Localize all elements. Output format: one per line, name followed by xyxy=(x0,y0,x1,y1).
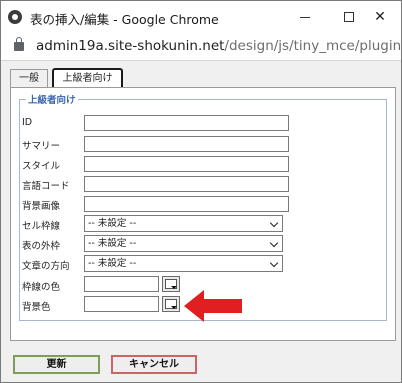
address-bar[interactable]: admin19a.site-shokunin.net/design/js/tin… xyxy=(1,33,402,61)
chevron-down-icon xyxy=(269,258,279,268)
lock-icon xyxy=(14,37,24,51)
browser-window: 表の挿入/編集 - Google Chrome ✕ admin19a.site-… xyxy=(0,0,402,383)
color-picker-icon[interactable] xyxy=(162,276,180,292)
cancel-button[interactable]: キャンセル xyxy=(111,355,197,374)
id-input[interactable] xyxy=(84,115,289,131)
url-text: admin19a.site-shokunin.net/design/js/tin… xyxy=(36,38,402,54)
summary-label: サマリー xyxy=(22,141,61,152)
chevron-down-icon xyxy=(269,238,279,248)
table-frame-select[interactable]: -- 未設定 -- xyxy=(84,235,283,252)
minimize-button[interactable] xyxy=(283,1,327,33)
red-arrow-annotation xyxy=(184,290,242,322)
style-input[interactable] xyxy=(84,156,289,172)
language-code-input[interactable] xyxy=(84,176,289,192)
fieldset-legend: 上級者向け xyxy=(26,92,78,106)
table-frame-label: 表の外枠 xyxy=(22,241,61,252)
text-direction-value: -- 未設定 -- xyxy=(88,258,137,269)
cell-border-label: セル枠線 xyxy=(22,221,61,232)
background-color-input[interactable] xyxy=(84,296,159,312)
close-button[interactable]: ✕ xyxy=(358,1,402,33)
url-path: /design/js/tiny_mce/plugin... xyxy=(224,38,402,54)
tab-advanced[interactable]: 上級者向け xyxy=(52,68,123,88)
cell-border-value: -- 未設定 -- xyxy=(88,218,137,229)
url-host: admin19a.site-shokunin.net xyxy=(36,38,225,54)
maximize-icon xyxy=(344,12,354,22)
chevron-down-icon xyxy=(269,218,279,228)
app-icon xyxy=(8,10,22,24)
border-color-label: 枠線の色 xyxy=(22,282,61,293)
table-frame-value: -- 未設定 -- xyxy=(88,238,137,249)
background-image-label: 背景画像 xyxy=(22,201,61,212)
window-title: 表の挿入/編集 - Google Chrome xyxy=(30,12,219,27)
id-label: ID xyxy=(22,117,33,128)
language-code-label: 言語コード xyxy=(22,181,70,192)
tab-general[interactable]: 一般 xyxy=(10,69,48,88)
minimize-icon xyxy=(300,16,310,18)
style-label: スタイル xyxy=(22,161,61,172)
title-bar: 表の挿入/編集 - Google Chrome ✕ xyxy=(1,1,401,33)
border-color-input[interactable] xyxy=(84,276,159,292)
cell-border-select[interactable]: -- 未設定 -- xyxy=(84,215,283,232)
text-direction-label: 文章の方向 xyxy=(22,261,70,272)
text-direction-select[interactable]: -- 未設定 -- xyxy=(84,255,283,272)
update-button[interactable]: 更新 xyxy=(13,355,100,374)
background-image-input[interactable] xyxy=(84,196,289,212)
summary-input[interactable] xyxy=(84,136,289,152)
color-picker-icon[interactable] xyxy=(162,296,180,312)
background-color-label: 背景色 xyxy=(22,302,51,313)
